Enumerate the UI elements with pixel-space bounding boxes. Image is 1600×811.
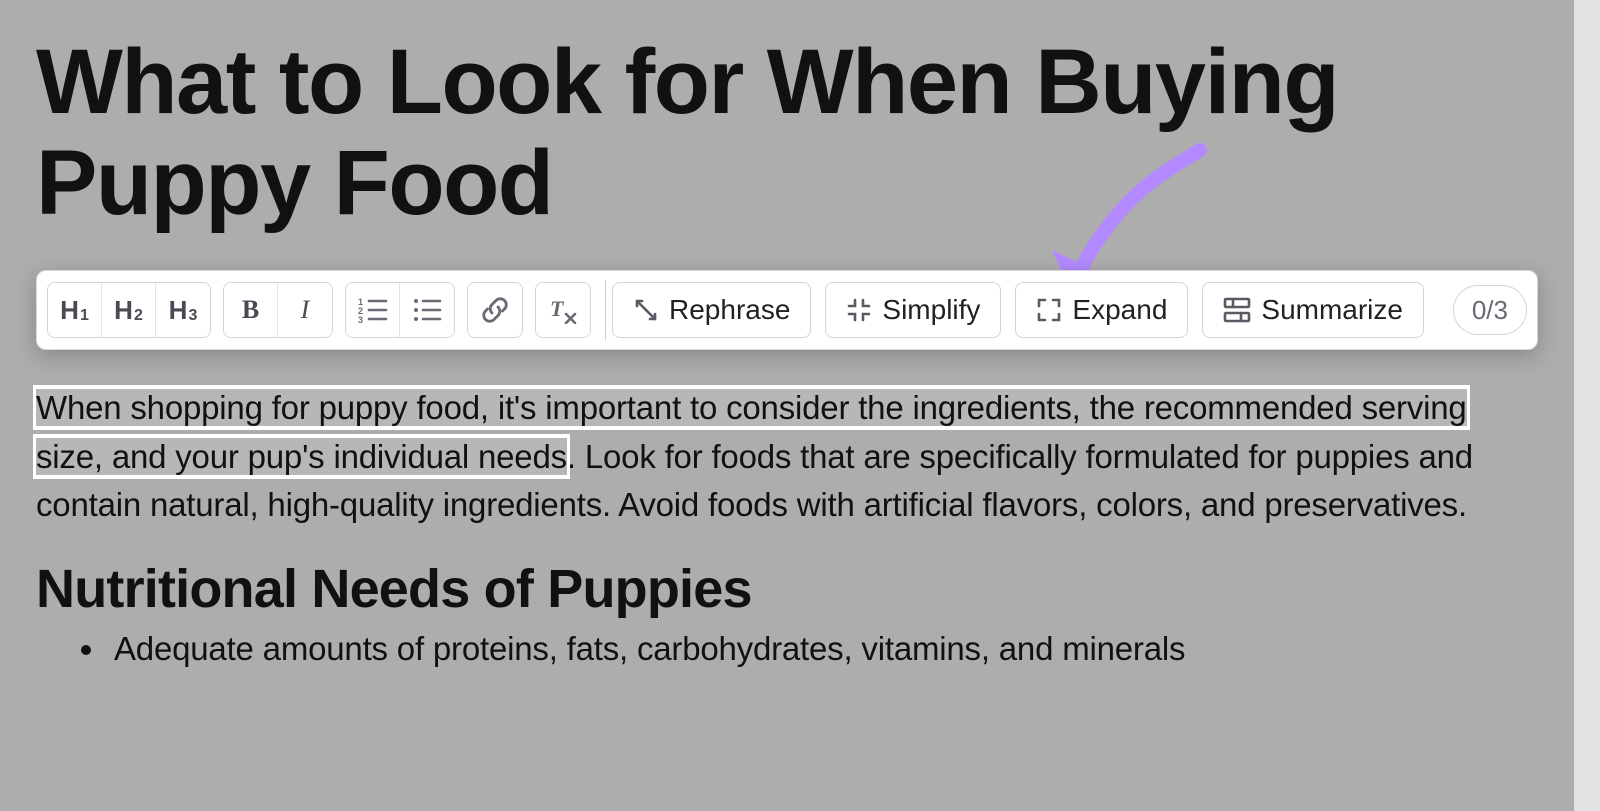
link-group [467, 282, 523, 338]
ordered-list-button[interactable]: 1 2 3 [346, 283, 400, 337]
h2-sub: 2 [134, 307, 143, 325]
heading-1-button[interactable]: H1 [48, 283, 102, 337]
rephrase-button[interactable]: Rephrase [612, 282, 811, 338]
svg-text:3: 3 [358, 315, 363, 323]
summarize-button[interactable]: Summarize [1202, 282, 1424, 338]
link-icon [480, 295, 510, 325]
unordered-list-icon [412, 297, 442, 323]
clear-formatting-button[interactable]: T [536, 283, 590, 337]
h1-sub: 1 [80, 307, 89, 325]
list-item: Adequate amounts of proteins, fats, carb… [108, 630, 1564, 668]
bullet-list: Adequate amounts of proteins, fats, carb… [36, 630, 1564, 668]
usage-counter: 0/3 [1453, 285, 1527, 335]
expand-label: Expand [1072, 294, 1167, 326]
h3-label: H [169, 295, 188, 326]
scrollbar[interactable] [1574, 0, 1600, 811]
rephrase-icon [633, 297, 659, 323]
body-paragraph[interactable]: When shopping for puppy food, it's impor… [36, 384, 1538, 530]
clear-formatting-icon: T [548, 296, 578, 324]
simplify-icon [846, 297, 872, 323]
simplify-button[interactable]: Simplify [825, 282, 1001, 338]
expand-button[interactable]: Expand [1015, 282, 1188, 338]
expand-icon [1036, 297, 1062, 323]
style-group: B I [223, 282, 333, 338]
heading-group: H1 H2 H3 [47, 282, 211, 338]
clear-group: T [535, 282, 591, 338]
editor-page: What to Look for When Buying Puppy Food … [0, 0, 1600, 811]
bold-button[interactable]: B [224, 283, 278, 337]
svg-text:T: T [550, 296, 565, 321]
unordered-list-button[interactable] [400, 283, 454, 337]
subheading: Nutritional Needs of Puppies [36, 558, 1564, 620]
h1-label: H [60, 295, 79, 326]
page-title: What to Look for When Buying Puppy Food [36, 32, 1564, 234]
formatting-toolbar: H1 H2 H3 B I 1 2 3 [36, 270, 1538, 350]
ordered-list-icon: 1 2 3 [358, 297, 388, 323]
h3-sub: 3 [188, 307, 197, 325]
link-button[interactable] [468, 283, 522, 337]
list-group: 1 2 3 [345, 282, 455, 338]
simplify-label: Simplify [882, 294, 980, 326]
heading-3-button[interactable]: H3 [156, 283, 210, 337]
italic-button[interactable]: I [278, 283, 332, 337]
heading-2-button[interactable]: H2 [102, 283, 156, 337]
summarize-icon [1223, 297, 1251, 323]
toolbar-divider [605, 280, 606, 340]
h2-label: H [114, 295, 133, 326]
rephrase-label: Rephrase [669, 294, 790, 326]
summarize-label: Summarize [1261, 294, 1403, 326]
